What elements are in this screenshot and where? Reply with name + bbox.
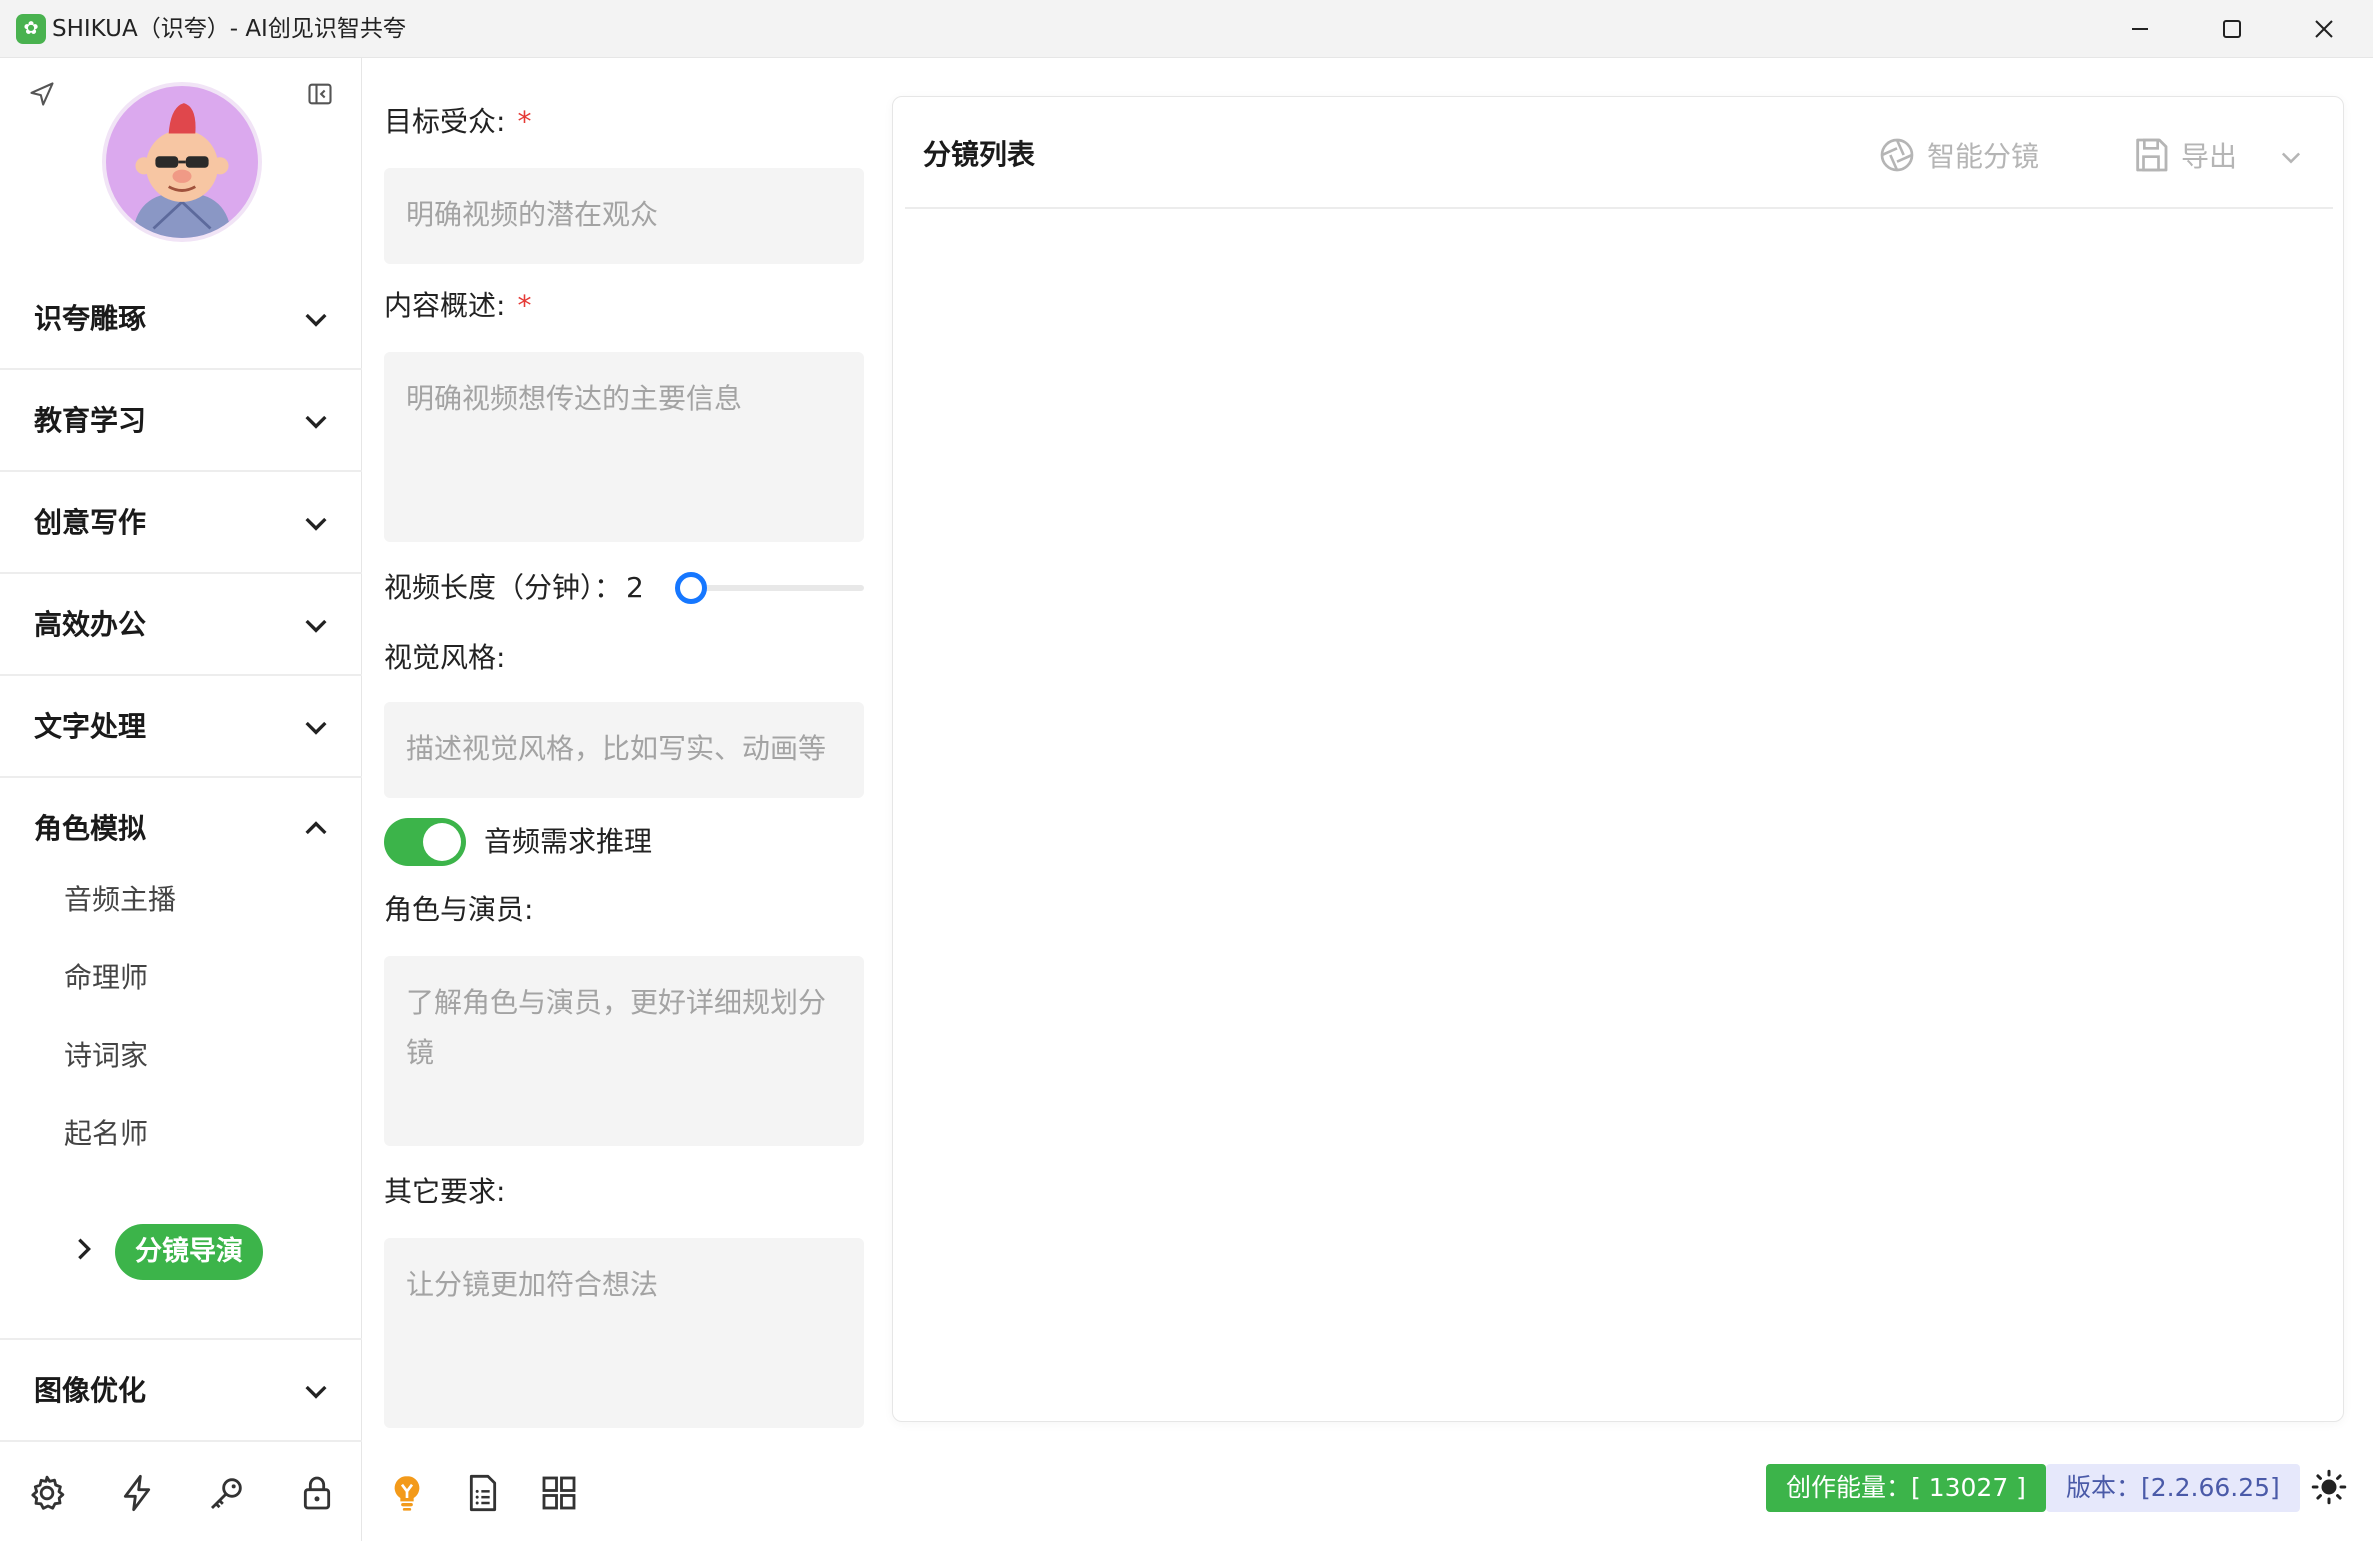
save-icon <box>2136 138 2168 172</box>
slider-handle[interactable] <box>675 572 707 604</box>
required-mark: * <box>517 289 532 322</box>
maximize-button[interactable] <box>2186 0 2278 58</box>
visual-style-input[interactable]: 描述视觉风格，比如写实、动画等 <box>384 702 864 798</box>
category-label: 创意写作 <box>34 506 147 539</box>
category-label: 角色模拟 <box>34 812 147 845</box>
lock-icon[interactable] <box>292 1468 342 1518</box>
form-toolbar <box>362 1458 882 1538</box>
minimize-button[interactable] <box>2094 0 2186 58</box>
audio-inference-label: 音频需求推理 <box>484 825 653 858</box>
category-item[interactable]: 高效办公 <box>0 574 362 676</box>
submenu: 音频主播 命理师 诗词家 起名师 分镜导演 <box>0 880 362 1340</box>
chevron-down-icon <box>305 517 327 531</box>
chevron-down-icon <box>305 619 327 633</box>
submenu-item[interactable]: 命理师 <box>64 958 148 998</box>
minimize-icon <box>2132 28 2148 30</box>
category-item[interactable]: 创意写作 <box>0 472 362 574</box>
grid-icon[interactable] <box>534 1468 584 1518</box>
category-label: 识夸雕琢 <box>34 302 147 335</box>
audience-label: 目标受众: * <box>384 105 532 138</box>
category-item-expanded[interactable]: 角色模拟 <box>0 778 362 880</box>
close-icon <box>2315 20 2333 38</box>
other-requirements-label: 其它要求: <box>384 1175 506 1208</box>
sidebar-toolbar <box>0 1458 362 1538</box>
panel-title: 分镜列表 <box>923 138 1036 171</box>
category-item[interactable]: 文字处理 <box>0 676 362 778</box>
chevron-down-icon <box>305 313 327 327</box>
chevron-right-icon <box>78 1238 91 1260</box>
sun-icon[interactable] <box>2304 1462 2354 1512</box>
collapse-sidebar-icon[interactable] <box>300 74 340 114</box>
toggle-knob <box>423 823 461 861</box>
storyboard-form: 目标受众: * 明确视频的潜在观众 内容概述: * 明确视频想传达的主要信息 视频长… <box>362 58 882 1541</box>
maximize-icon <box>2223 20 2241 38</box>
export-button[interactable]: 导出 <box>2131 131 2237 179</box>
aperture-icon <box>1880 138 1914 172</box>
energy-badge: 创作能量：[ 13027 ] <box>1766 1464 2046 1512</box>
submenu-item-active[interactable]: 分镜导演 <box>115 1224 263 1280</box>
chevron-down-icon <box>305 415 327 429</box>
video-length-label: 视频长度（分钟）： 2 <box>384 571 644 604</box>
required-mark: * <box>517 105 532 138</box>
category-label: 图像优化 <box>34 1374 147 1407</box>
lightbulb-icon[interactable] <box>382 1468 432 1518</box>
avatar[interactable] <box>102 82 262 242</box>
submenu-item[interactable]: 起名师 <box>64 1114 148 1154</box>
smart-storyboard-button[interactable]: 智能分镜 <box>1877 131 2039 179</box>
sidebar: 识夸雕琢 教育学习 创意写作 高效办公 文字处理 角色模拟 音频主播 命理师 诗… <box>0 58 362 1541</box>
version-badge: 版本：[2.2.66.25] <box>2046 1464 2300 1512</box>
window-title: SHIKUA（识夸）- AI创见识智共夸 <box>52 16 406 42</box>
summary-textarea[interactable]: 明确视频想传达的主要信息 <box>384 352 864 542</box>
storyboard-panel: 分镜列表 智能分镜 导出 <box>892 96 2344 1422</box>
panel-divider <box>905 207 2333 209</box>
summary-label: 内容概述: * <box>384 289 532 322</box>
export-label: 导出 <box>2181 140 2238 173</box>
app-logo-icon: ✿ <box>16 14 46 44</box>
category-item[interactable]: 识夸雕琢 <box>0 268 362 370</box>
other-requirements-textarea[interactable]: 让分镜更加符合想法 <box>384 1238 864 1428</box>
roles-textarea[interactable]: 了解角色与演员，更好详细规划分镜 <box>384 956 864 1146</box>
lightning-icon[interactable] <box>112 1468 162 1518</box>
smart-storyboard-label: 智能分镜 <box>1927 140 2040 173</box>
title-bar: ✿ SHIKUA（识夸）- AI创见识智共夸 <box>0 0 2373 58</box>
video-length-slider[interactable] <box>680 585 864 591</box>
category-label: 文字处理 <box>34 710 147 743</box>
roles-label: 角色与演员: <box>384 893 534 926</box>
export-dropdown-icon[interactable] <box>2273 139 2309 175</box>
document-list-icon[interactable] <box>458 1468 508 1518</box>
chevron-down-icon <box>305 1385 327 1399</box>
visual-style-label: 视觉风格: <box>384 641 506 674</box>
close-button[interactable] <box>2278 0 2370 58</box>
category-item[interactable]: 教育学习 <box>0 370 362 472</box>
category-label: 教育学习 <box>34 404 147 437</box>
audience-input[interactable]: 明确视频的潜在观众 <box>384 168 864 264</box>
submenu-item[interactable]: 音频主播 <box>64 880 176 920</box>
key-icon[interactable] <box>202 1468 252 1518</box>
submenu-item[interactable]: 诗词家 <box>64 1036 148 1076</box>
category-label: 高效办公 <box>34 608 147 641</box>
chevron-down-icon <box>305 721 327 735</box>
video-length-value: 2 <box>626 571 644 604</box>
category-menu: 识夸雕琢 教育学习 创意写作 高效办公 文字处理 角色模拟 音频主播 命理师 诗… <box>0 268 362 1442</box>
category-item[interactable]: 图像优化 <box>0 1340 362 1442</box>
chevron-up-icon <box>305 821 327 835</box>
gear-icon[interactable] <box>22 1468 72 1518</box>
send-icon[interactable] <box>22 74 62 114</box>
audio-inference-toggle[interactable] <box>384 818 466 866</box>
